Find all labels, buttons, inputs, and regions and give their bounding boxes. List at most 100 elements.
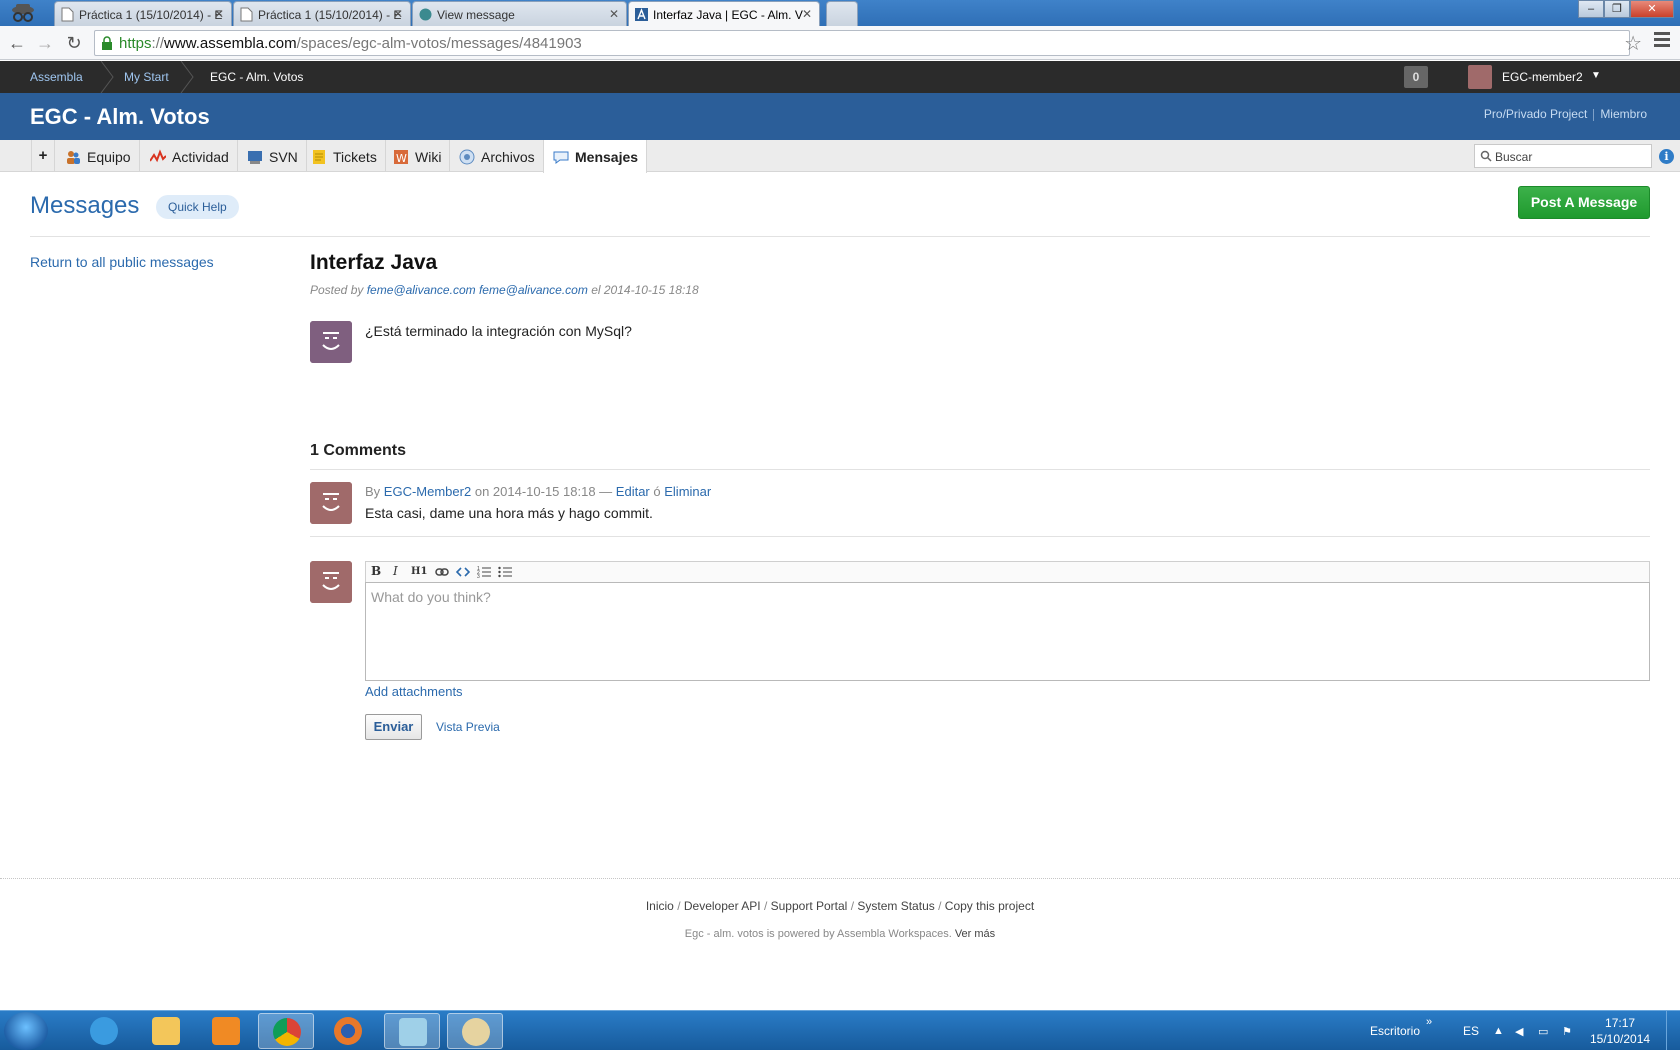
back-icon[interactable]: ← [6,32,28,54]
editor-toolbar: B I H1 123 [365,561,1650,582]
footer-link-inicio[interactable]: Inicio [646,899,674,913]
message-date: 2014-10-15 18:18 [603,283,699,297]
taskbar-ie-icon[interactable] [76,1013,132,1049]
search-input[interactable]: Buscar [1474,144,1652,168]
tab-wiki[interactable]: W Wiki [384,140,451,172]
bullet-list-icon[interactable] [498,565,512,579]
tab-label: Interfaz Java | EGC - Alm. V [653,8,803,22]
window-controls: – ❐ ✕ [1578,0,1674,18]
close-window-icon[interactable]: ✕ [1630,0,1674,18]
wiki-icon: W [394,150,408,165]
see-more-link[interactable]: Ver más [955,928,995,940]
taskbar-notepad-icon[interactable] [384,1013,440,1049]
tab-close-icon[interactable]: ✕ [393,7,403,21]
tab-equipo[interactable]: Equipo [56,140,140,172]
footer-link-copy-project[interactable]: Copy this project [945,899,1034,913]
post-message-button[interactable]: Post A Message [1518,186,1650,219]
edit-comment-link[interactable]: Editar [616,484,650,499]
toolbar-expand-icon[interactable]: » [1426,1016,1440,1030]
tab-label: Archivos [481,149,535,165]
tab-actividad[interactable]: Actividad [141,140,238,172]
comment-textarea[interactable] [365,582,1650,681]
start-button-icon[interactable] [4,1012,48,1050]
tab-close-icon[interactable]: ✕ [802,7,812,21]
taskbar-firefox-icon[interactable] [320,1013,376,1049]
tab-tickets[interactable]: Tickets [302,140,386,172]
add-tool-button[interactable]: + [31,140,55,172]
tab-mensajes[interactable]: Mensajes [543,140,648,173]
tab-close-icon[interactable]: ✕ [609,7,619,21]
footer-link-system-status[interactable]: System Status [857,899,934,913]
taskbar-explorer-icon[interactable] [138,1013,194,1049]
browser-tab[interactable]: Práctica 1 (15/10/2014) - E ✕ [233,1,411,26]
info-icon[interactable]: i [1659,149,1674,164]
delete-comment-link[interactable]: Eliminar [664,484,711,499]
browser-tab[interactable]: Práctica 1 (15/10/2014) - E ✕ [54,1,232,26]
tab-close-icon[interactable]: ✕ [214,7,224,21]
footer-separator: / [850,899,855,913]
network-icon[interactable]: ▭ [1538,1025,1552,1039]
current-user-avatar [310,561,352,603]
taskbar-paint-icon[interactable] [447,1013,503,1049]
activity-icon [150,149,166,163]
tab-label: View message [437,8,515,22]
taskbar-media-player-icon[interactable] [198,1013,254,1049]
return-to-messages-link[interactable]: Return to all public messages [30,254,214,270]
message-body: ¿Está terminado la integración con MySql… [365,323,632,339]
project-title[interactable]: EGC - Alm. Votos [30,104,210,130]
user-avatar[interactable] [1468,65,1492,89]
bookmark-star-icon[interactable]: ☆ [1624,31,1642,56]
add-attachments-link[interactable]: Add attachments [365,684,463,699]
taskbar-clock[interactable]: 17:17 15/10/2014 [1590,1015,1650,1047]
breadcrumb-current: EGC - Alm. Votos [210,70,304,84]
code-icon[interactable] [456,566,470,578]
language-indicator[interactable]: ES [1463,1024,1479,1038]
show-desktop-button[interactable] [1666,1011,1680,1050]
svg-text:W: W [396,152,407,165]
files-icon [459,149,475,165]
pro-private-link[interactable]: Pro/Privado Project [1484,107,1587,121]
notification-count[interactable]: 0 [1404,66,1428,88]
action-center-icon[interactable]: ⚑ [1562,1025,1576,1039]
incognito-icon [12,4,34,22]
chevron-down-icon[interactable]: ▼ [1591,70,1601,81]
bold-button[interactable]: B [371,564,381,578]
taskbar-chrome-icon[interactable] [258,1013,314,1049]
footer-link-support-portal[interactable]: Support Portal [771,899,848,913]
quick-help-button[interactable]: Quick Help [156,195,239,219]
footer-link-developer-api[interactable]: Developer API [684,899,761,913]
assembla-topbar: Assembla My Start EGC - Alm. Votos 0 EGC… [0,61,1680,93]
new-tab-button[interactable] [826,1,858,26]
send-button[interactable]: Enviar [365,714,422,740]
tray-overflow-icon[interactable]: ▲ [1493,1025,1507,1039]
italic-button[interactable]: I [393,564,398,578]
desktop-toolbar-label[interactable]: Escritorio [1370,1024,1420,1038]
user-menu[interactable]: EGC-member2 [1502,70,1583,84]
tab-archivos[interactable]: Archivos [450,140,544,172]
link-icon[interactable] [435,566,449,578]
posted-by-label: Posted by [310,283,364,297]
preview-link[interactable]: Vista Previa [436,720,500,734]
forward-icon[interactable]: → [34,32,56,54]
maximize-icon[interactable]: ❐ [1604,0,1630,18]
browser-tab[interactable]: View message ✕ [412,1,627,26]
breadcrumb-my-start[interactable]: My Start [124,70,169,84]
address-bar[interactable]: https://www.assembla.com/spaces/egc-alm-… [94,30,1630,56]
heading-button[interactable]: H1 [411,566,427,577]
comment-author-link[interactable]: EGC-Member2 [384,484,471,499]
volume-muted-icon[interactable]: ◀ [1515,1025,1529,1039]
breadcrumb-assembla[interactable]: Assembla [30,70,83,84]
browser-tab-active[interactable]: Interfaz Java | EGC - Alm. V ✕ [628,1,820,26]
chrome-menu-icon[interactable] [1654,32,1670,48]
author-link[interactable]: feme@alivance.com [367,283,476,297]
minimize-icon[interactable]: – [1578,0,1604,18]
tab-svn[interactable]: SVN [238,140,307,172]
reload-icon[interactable]: ↻ [63,32,85,54]
numbered-list-icon[interactable]: 123 [477,565,491,579]
footer-separator: / [763,899,768,913]
globe-icon [419,8,432,21]
author-link[interactable]: feme@alivance.com [479,283,588,297]
member-link[interactable]: Miembro [1600,107,1647,121]
omnibar: ← → ↻ https://www.assembla.com/spaces/eg… [0,26,1680,60]
url-host: www.assembla.com [164,35,297,52]
